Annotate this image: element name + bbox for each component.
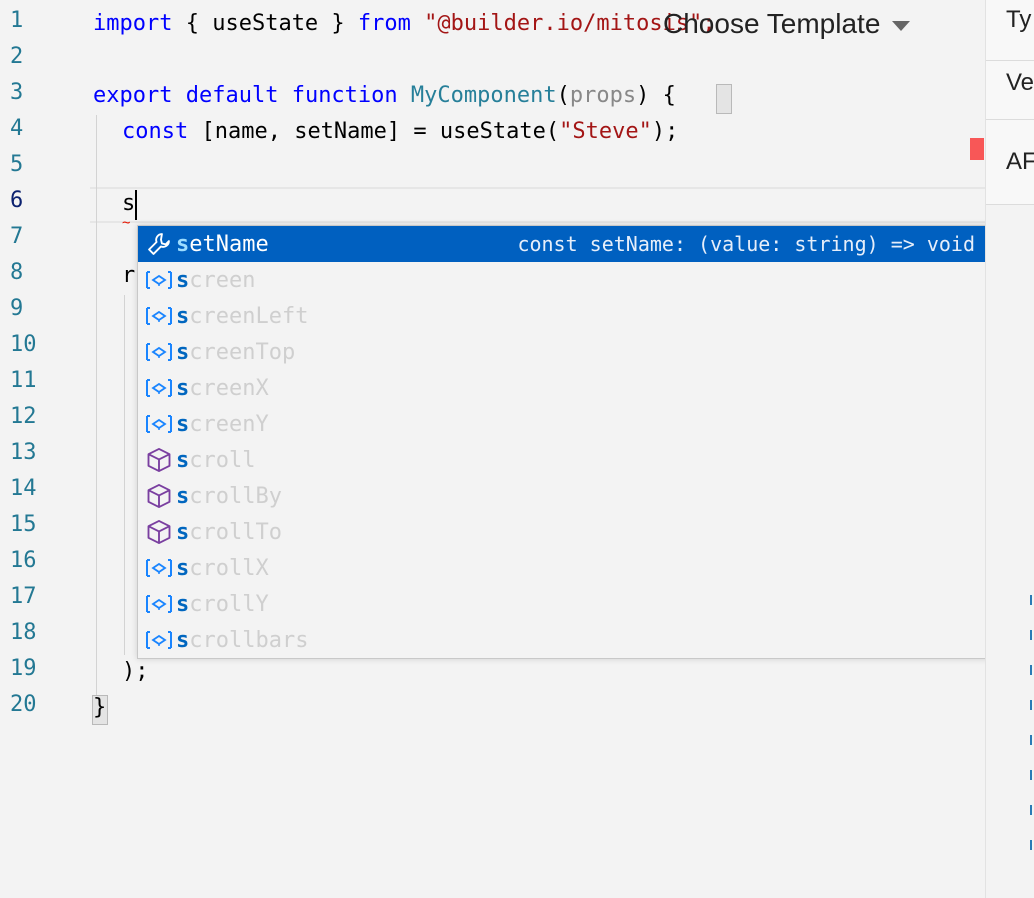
code-line-6: s (122, 191, 136, 216)
code-editor[interactable]: 1 2 3 4 5 6 7 8 9 10 11 12 13 14 15 16 17 18 19 20 import {… (0, 0, 996, 898)
text-cursor (135, 190, 137, 220)
method-cube-icon (142, 478, 176, 514)
suggestion-label: scrollX (176, 555, 269, 581)
variable-icon (142, 370, 176, 406)
line-number: 20 (10, 692, 37, 717)
matched-brace-open (716, 84, 732, 114)
code-line-1: import { useState } from "@builder.io/mi… (93, 11, 716, 36)
line-number: 12 (10, 404, 37, 429)
suggestion-item[interactable]: scroll (138, 442, 995, 478)
suggestion-detail: const setName: (value: string) => void (517, 232, 975, 256)
right-panel: Ty Ve AF (985, 0, 1034, 898)
suggestion-label: scrollTo (176, 519, 282, 545)
autocomplete-suggestions[interactable]: setName const setName: (value: string) =>… (137, 225, 996, 659)
variable-icon (142, 298, 176, 334)
suggestion-label: screenTop (176, 339, 296, 365)
code-line-3: export default function MyComponent(prop… (93, 83, 676, 108)
suggestion-item[interactable]: screenX (138, 370, 995, 406)
right-panel-item[interactable]: Ve (986, 61, 1034, 120)
line-number: 14 (10, 476, 37, 501)
overview-ruler-error-marker (970, 138, 984, 160)
code-line-4: const [name, setName] = useState("Steve"… (122, 119, 679, 144)
suggestion-item[interactable]: screenY (138, 406, 995, 442)
method-cube-icon (142, 514, 176, 550)
template-picker-label: Choose Template (663, 8, 881, 39)
code-line-8: r (122, 263, 136, 288)
line-number: 10 (10, 332, 37, 357)
line-number: 1 (10, 8, 24, 33)
line-number: 4 (10, 116, 24, 141)
suggestion-item[interactable]: screenLeft (138, 298, 995, 334)
suggestion-item[interactable]: screen (138, 262, 995, 298)
suggestion-item[interactable]: scrollTo (138, 514, 995, 550)
variable-icon (142, 406, 176, 442)
line-number: 17 (10, 584, 37, 609)
line-number: 5 (10, 152, 24, 177)
line-number: 3 (10, 80, 24, 105)
suggestion-label: screen (176, 267, 256, 293)
suggestion-item[interactable]: scrollBy (138, 478, 995, 514)
suggestion-label: scrollbars (176, 627, 309, 653)
code-line-20: } (93, 695, 107, 720)
line-number: 18 (10, 620, 37, 645)
indent-guide-inner (124, 295, 125, 655)
suggestion-label: scrollBy (176, 483, 282, 509)
suggestion-label: screenLeft (176, 303, 309, 329)
suggestion-item[interactable]: scrollbars (138, 622, 995, 658)
line-number: 9 (10, 296, 24, 321)
suggestion-item[interactable]: setName const setName: (value: string) =>… (138, 226, 995, 262)
chevron-down-icon (892, 20, 911, 31)
variable-icon (142, 586, 176, 622)
line-number: 7 (10, 224, 24, 249)
suggestion-label: scroll (176, 447, 256, 473)
suggestion-label: scrollY (176, 591, 269, 617)
template-picker[interactable]: Choose Template (663, 8, 911, 40)
suggestion-label: screenX (176, 375, 269, 401)
line-number: 19 (10, 656, 37, 681)
line-number: 13 (10, 440, 37, 465)
variable-icon (142, 334, 176, 370)
line-number: 16 (10, 548, 37, 573)
right-panel-item[interactable]: Ty (986, 0, 1034, 61)
line-number: 2 (10, 44, 24, 69)
line-number: 8 (10, 260, 24, 285)
current-line-highlight (90, 187, 985, 223)
error-squiggle: ~ (122, 215, 131, 231)
variable-icon (142, 262, 176, 298)
right-panel-item[interactable]: AF (986, 120, 1034, 205)
suggestion-item[interactable]: scrollX (138, 550, 995, 586)
suggestion-item[interactable]: screenTop (138, 334, 995, 370)
method-cube-icon (142, 442, 176, 478)
line-number: 6 (10, 188, 24, 213)
variable-icon (142, 622, 176, 658)
suggestion-item[interactable]: scrollY (138, 586, 995, 622)
minimap-lines (1030, 595, 1034, 875)
suggestion-label: screenY (176, 411, 269, 437)
line-number: 15 (10, 512, 37, 537)
line-number: 11 (10, 368, 37, 393)
wrench-icon (142, 226, 176, 262)
variable-icon (142, 550, 176, 586)
code-content[interactable]: import { useState } from "@builder.io/mi… (93, 0, 716, 720)
suggestion-label: setName (176, 231, 269, 257)
